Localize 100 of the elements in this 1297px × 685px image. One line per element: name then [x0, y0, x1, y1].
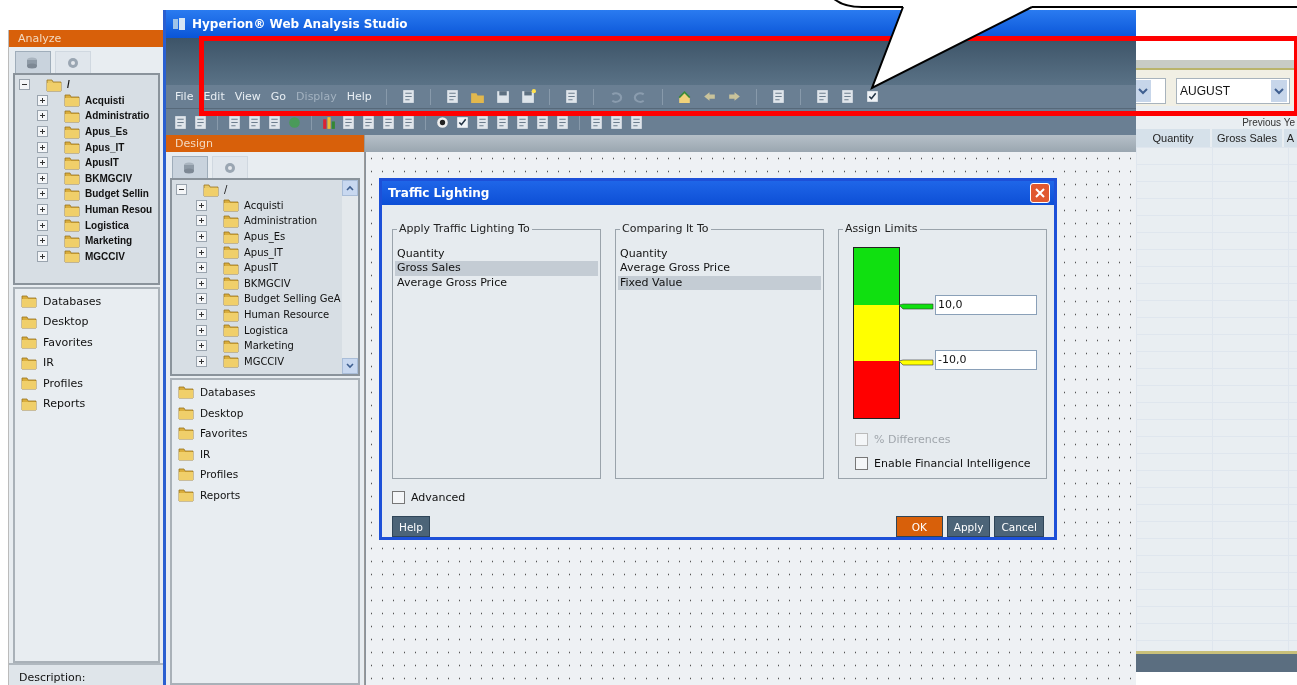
place-item[interactable]: IR	[43, 356, 54, 370]
tree-item[interactable]: Human Resource	[244, 309, 330, 321]
tree-item[interactable]: Budget Selling GeA	[244, 293, 341, 305]
folder-icon	[203, 182, 219, 197]
tree-item[interactable]: MGCCIV	[85, 250, 125, 262]
tree-item[interactable]: Budget Sellin	[85, 188, 149, 200]
expand-icon[interactable]	[196, 231, 207, 243]
tree-item[interactable]: Apus_IT	[244, 246, 283, 258]
expand-icon[interactable]	[37, 157, 48, 169]
place-item[interactable]: Desktop	[200, 406, 244, 419]
expand-icon[interactable]	[196, 293, 207, 305]
place-item[interactable]: Reports	[200, 488, 241, 501]
folder-icon	[64, 109, 80, 123]
checkbox[interactable]	[392, 491, 405, 504]
tree-item[interactable]: MGCCIV	[244, 355, 285, 367]
tree-item[interactable]: Administratio	[85, 110, 150, 122]
dropdown[interactable]	[1136, 78, 1166, 104]
expand-icon[interactable]	[196, 262, 207, 274]
scrollbar[interactable]	[342, 180, 358, 374]
checkbox[interactable]	[855, 456, 868, 470]
menu-item[interactable]: Go	[269, 90, 288, 103]
tree-item[interactable]: Apus_Es	[244, 231, 286, 243]
expand-icon[interactable]	[37, 110, 48, 122]
menu-item[interactable]: File	[174, 90, 195, 103]
expand-icon[interactable]	[37, 204, 48, 216]
collapse-icon[interactable]	[19, 79, 30, 91]
place-item[interactable]: Profiles	[200, 468, 239, 481]
expand-icon[interactable]	[196, 199, 207, 211]
place-item[interactable]: IR	[200, 447, 211, 460]
expand-icon[interactable]	[196, 324, 207, 336]
list-item[interactable]: Quantity	[395, 246, 598, 262]
dialog-button[interactable]: Apply	[946, 516, 991, 537]
expand-icon[interactable]	[37, 219, 48, 231]
expand-icon[interactable]	[196, 277, 207, 289]
chevron-down-icon	[1274, 87, 1284, 95]
tree-item[interactable]: Marketing	[244, 340, 294, 352]
expand-icon[interactable]	[37, 235, 48, 247]
tree-item[interactable]: BKMGCIV	[85, 172, 133, 184]
expand-icon[interactable]	[196, 340, 207, 352]
menu-item[interactable]: Help	[345, 90, 373, 103]
dialog-button[interactable]: Help	[392, 516, 430, 537]
place-item[interactable]: Reports	[43, 397, 86, 411]
expand-icon[interactable]	[37, 126, 48, 138]
tree-item[interactable]: Acquisti	[85, 94, 125, 106]
expand-icon[interactable]	[196, 355, 207, 367]
tree-item[interactable]: Logistica	[244, 324, 289, 336]
close-button[interactable]	[1030, 182, 1050, 203]
list-item[interactable]: Quantity	[618, 246, 821, 262]
expand-icon[interactable]	[37, 172, 48, 184]
place-item[interactable]: Databases	[200, 386, 256, 399]
document-icon[interactable]	[226, 113, 243, 131]
menu-item[interactable]: View	[233, 90, 262, 103]
collapse-icon[interactable]	[176, 184, 187, 196]
tree-item[interactable]: Apus_Es	[85, 126, 128, 138]
tree-item[interactable]: Human Resou	[85, 204, 153, 216]
checkbox-label: Enable Financial Intelligence	[874, 456, 1031, 470]
list-item[interactable]: Gross Sales	[395, 261, 598, 276]
place-item[interactable]: Databases	[43, 294, 102, 308]
folder-icon	[21, 314, 37, 329]
place-item[interactable]: Desktop	[43, 315, 89, 329]
tree-item[interactable]: ApusIT	[244, 262, 278, 274]
checkbox-label: Advanced	[411, 491, 466, 504]
month-dropdown[interactable]: AUGUST	[1176, 78, 1290, 104]
place-item[interactable]: Favorites	[200, 427, 248, 440]
folder-icon	[64, 93, 80, 108]
panel-tab[interactable]	[172, 156, 208, 178]
expand-icon[interactable]	[37, 250, 48, 262]
list-item[interactable]: Average Gross Price	[395, 275, 598, 291]
panel-tab[interactable]	[15, 51, 51, 73]
panel-tab[interactable]	[212, 156, 248, 178]
expand-icon[interactable]	[196, 215, 207, 227]
panel-tab[interactable]	[55, 51, 91, 73]
list-item[interactable]: Fixed Value	[618, 275, 821, 291]
tree-item[interactable]: Apus_IT	[85, 141, 125, 153]
place-item[interactable]: Profiles	[43, 376, 83, 390]
tree-item[interactable]: Marketing	[85, 235, 133, 247]
lower-limit-field[interactable]: -10,0	[935, 349, 1037, 370]
tree-item[interactable]: /	[67, 79, 70, 91]
list-item[interactable]: Average Gross Price	[618, 261, 821, 276]
dialog-button[interactable]: Cancel	[994, 516, 1044, 537]
chevron-down-icon[interactable]	[346, 363, 354, 369]
tree-item[interactable]: Logistica	[85, 219, 129, 231]
place-item[interactable]: Favorites	[43, 335, 93, 349]
upper-limit-field[interactable]: 10,0	[935, 294, 1037, 315]
expand-icon[interactable]	[37, 141, 48, 153]
folder-icon	[21, 396, 37, 411]
tree-item[interactable]: BKMGCIV	[244, 277, 291, 289]
folder-icon	[21, 355, 37, 370]
chevron-up-icon[interactable]	[346, 185, 354, 191]
expand-icon[interactable]	[37, 188, 48, 200]
expand-icon[interactable]	[196, 246, 207, 258]
tree-item[interactable]: Acquisti	[244, 199, 284, 211]
expand-icon[interactable]	[37, 94, 48, 106]
menu-item[interactable]: Edit	[202, 90, 226, 103]
ok-button[interactable]: OK	[895, 516, 943, 537]
tree-item[interactable]: Administration	[244, 215, 318, 227]
tree-item[interactable]: /	[224, 184, 228, 196]
tree-item[interactable]: ApusIT	[85, 157, 119, 169]
expand-icon[interactable]	[196, 309, 207, 321]
folder-icon	[178, 385, 194, 400]
